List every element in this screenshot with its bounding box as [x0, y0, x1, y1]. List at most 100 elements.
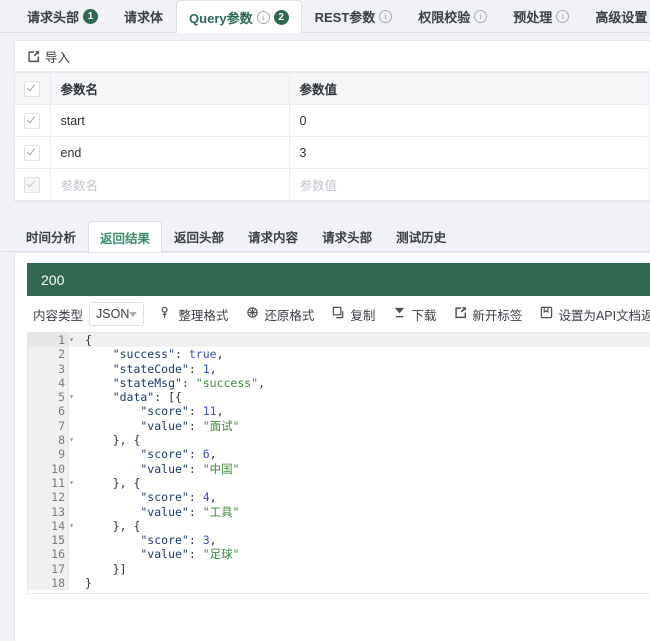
- fold-toggle-icon[interactable]: ▾: [67, 476, 76, 490]
- tab-sent-headers[interactable]: 请求头部: [310, 221, 384, 251]
- copy-button[interactable]: 复制: [332, 305, 375, 324]
- tab-label: 高级设置: [595, 10, 648, 25]
- format-button[interactable]: 整理格式: [160, 305, 228, 324]
- action-label: 还原格式: [264, 308, 315, 323]
- import-label: 导入: [45, 50, 71, 65]
- set-as-api-doc-button[interactable]: 设置为API文档返: [540, 305, 650, 324]
- param-value-input[interactable]: 参数值: [289, 168, 650, 201]
- fold-toggle-icon[interactable]: ▾: [67, 390, 76, 404]
- restore-button[interactable]: 还原格式: [246, 305, 314, 324]
- code-line: 10 "value": "中国": [28, 461, 650, 476]
- column-header-param-name: 参数名: [50, 72, 290, 105]
- status-code: 200: [41, 271, 65, 288]
- info-icon[interactable]: i: [256, 10, 270, 24]
- tab-response-headers[interactable]: 返回头部: [162, 221, 236, 251]
- tab-count-badge: 2: [273, 9, 289, 25]
- json-code-editor[interactable]: 1 ▾{2 "success": true, 3 "stateCode": 1, 4 …: [27, 332, 650, 594]
- tab-advanced-settings[interactable]: 高级设置i: [582, 0, 650, 32]
- download-button[interactable]: 下载: [393, 305, 436, 324]
- row-select-cell: [15, 104, 51, 137]
- fold-toggle-icon[interactable]: ▾: [67, 519, 76, 533]
- line-number: 6: [28, 404, 68, 419]
- code-line: 7 "value": "面试": [28, 418, 650, 434]
- code-line-text: "stateCode": 1,: [68, 361, 650, 376]
- tab-rest-params[interactable]: REST参数 i: [302, 0, 406, 32]
- param-value-input[interactable]: 3: [289, 136, 650, 169]
- code-line-text: "score": 4,: [68, 490, 650, 505]
- code-line-text: }: [68, 576, 650, 591]
- line-number: 1 ▾: [28, 333, 74, 348]
- line-number: 9: [28, 447, 68, 462]
- code-line: 14 ▾ }, {: [28, 518, 650, 534]
- line-number: 7: [28, 418, 68, 434]
- copy-icon: [332, 306, 345, 322]
- line-number: 14 ▾: [28, 518, 74, 534]
- code-line: 12 "score": 4,: [28, 490, 650, 505]
- params-table: 参数名 参数值 start 0 end 3 参数名 参数值: [15, 72, 650, 201]
- code-line-text: "value": "面试": [68, 418, 650, 434]
- tab-count-badge: 1: [83, 9, 99, 24]
- chevron-down-icon: [129, 311, 138, 317]
- row-checkbox[interactable]: [24, 176, 41, 193]
- line-number: 12: [28, 490, 68, 505]
- code-line-text: }, {: [68, 518, 650, 534]
- row-checkbox[interactable]: [24, 144, 41, 161]
- code-line-text: "stateMsg": "success",: [68, 375, 650, 391]
- code-line: 17 }]: [28, 561, 650, 577]
- query-params-panel: 导入 参数名 参数值 start 0 end 3 参数名 参数值: [14, 40, 650, 202]
- line-number: 11 ▾: [28, 475, 74, 491]
- fold-toggle-icon[interactable]: ▾: [67, 333, 76, 347]
- param-name-input[interactable]: start: [50, 104, 290, 137]
- line-number: 18: [28, 576, 68, 591]
- tab-request-content[interactable]: 请求内容: [236, 221, 310, 251]
- code-line-text: }, {: [68, 433, 650, 448]
- code-line: 2 "success": true,: [28, 347, 650, 362]
- code-line: 11 ▾ }, {: [28, 475, 650, 491]
- import-button[interactable]: 导入: [27, 47, 70, 66]
- tab-label: REST参数: [314, 10, 376, 25]
- content-type-select[interactable]: JSON: [89, 302, 145, 326]
- row-select-cell: [15, 168, 51, 201]
- tab-test-history[interactable]: 测试历史: [384, 221, 458, 251]
- tab-label: 权限校验: [418, 10, 471, 25]
- code-line-text: {: [68, 333, 650, 348]
- info-icon[interactable]: i: [556, 10, 570, 23]
- row-checkbox[interactable]: [24, 112, 41, 129]
- param-name-input[interactable]: 参数名: [50, 168, 290, 201]
- table-row: end 3: [15, 136, 650, 169]
- table-row: start 0: [15, 104, 650, 137]
- param-value-input[interactable]: 0: [289, 104, 650, 137]
- tab-request-body[interactable]: 请求体: [111, 0, 176, 32]
- param-name-input[interactable]: end: [50, 136, 290, 169]
- code-line: 18}: [28, 576, 650, 591]
- request-tabbar: 请求头部1请求体Query参数i2REST参数i权限校验i预处理i高级设置i: [0, 0, 650, 33]
- params-toolbar: 导入: [15, 41, 650, 72]
- line-number: 2: [28, 347, 68, 362]
- tab-label: 请求头部: [27, 10, 80, 25]
- select-all-checkbox[interactable]: [24, 80, 41, 97]
- info-icon[interactable]: i: [379, 10, 393, 23]
- action-label: 下载: [411, 308, 437, 323]
- code-line-text: }]: [68, 561, 650, 577]
- code-line: 9 "score": 6,: [28, 447, 650, 462]
- tab-preprocess[interactable]: 预处理 i: [500, 0, 582, 32]
- code-line-text: "score": 11,: [68, 404, 650, 419]
- action-label: 整理格式: [178, 308, 229, 323]
- new-tab-button[interactable]: 新开标签: [454, 305, 522, 324]
- line-number: 8 ▾: [28, 433, 74, 448]
- row-select-cell: [15, 136, 51, 169]
- info-icon[interactable]: i: [474, 10, 488, 23]
- code-line: 3 "stateCode": 1,: [28, 361, 650, 376]
- code-line: 1 ▾{: [28, 333, 650, 348]
- table-row: 参数名 参数值: [15, 168, 650, 201]
- response-panel: 200 内容类型 JSON 整理格式 还原格式 复制 下载 新开标签 设置为API文档返 …: [14, 252, 650, 641]
- tab-auth-check[interactable]: 权限校验 i: [405, 0, 500, 32]
- tab-request-headers[interactable]: 请求头部 1: [14, 0, 111, 32]
- tab-query-params[interactable]: Query参数 i 2: [176, 0, 302, 33]
- new-tab-icon: [454, 306, 467, 322]
- tab-time-analysis[interactable]: 时间分析: [14, 221, 88, 251]
- fold-toggle-icon[interactable]: ▾: [67, 433, 76, 447]
- content-type-label: 内容类型: [33, 308, 84, 323]
- tab-response-result[interactable]: 返回结果: [88, 221, 163, 252]
- code-line-text: "success": true,: [68, 347, 650, 362]
